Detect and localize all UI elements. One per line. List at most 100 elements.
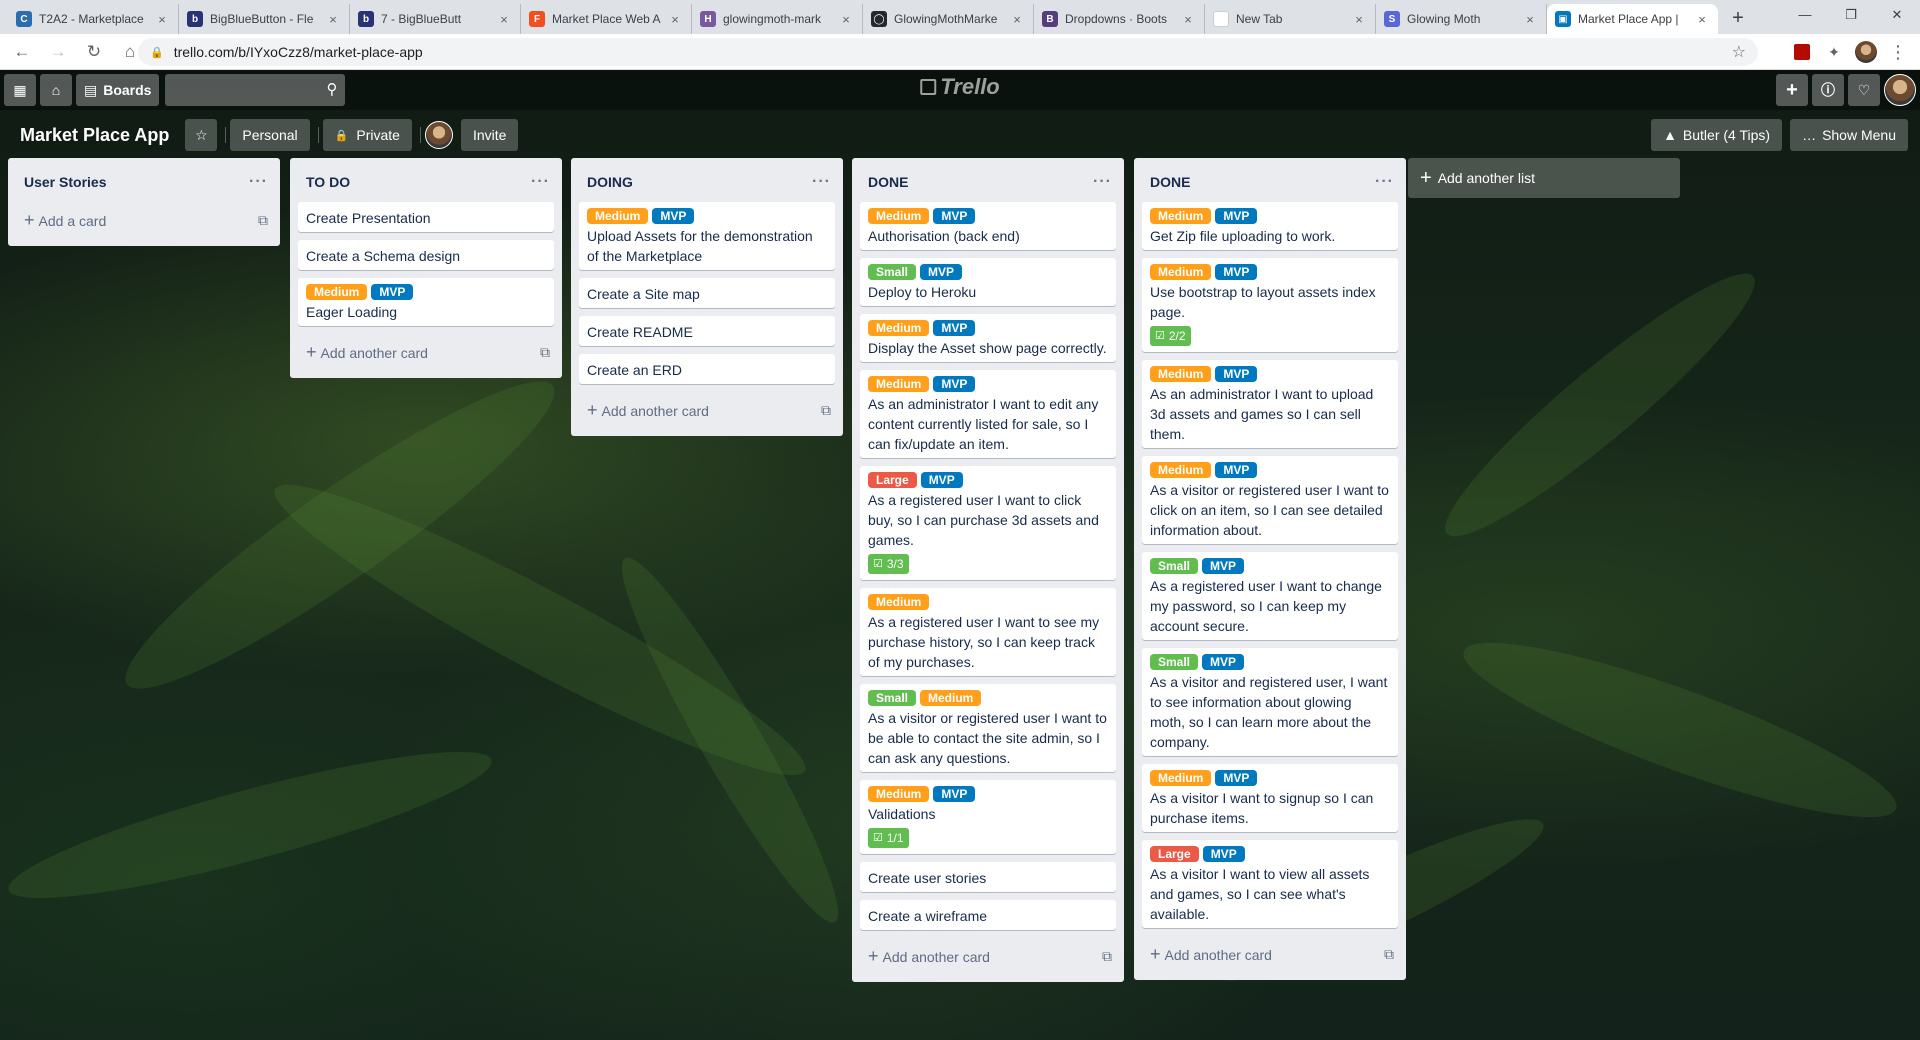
card-label-medium[interactable]: Medium bbox=[868, 786, 930, 802]
card-template-icon[interactable]: ⧉ bbox=[540, 344, 550, 361]
card-label-medium[interactable]: Medium bbox=[587, 208, 649, 224]
list-column[interactable]: DONE ··· Medium MVP Authorisation (back end)… bbox=[852, 158, 1124, 982]
browser-tab[interactable]: ◯ GlowingMothMarke × bbox=[863, 4, 1034, 34]
add-card-button[interactable]: + Add another card ⧉ bbox=[1134, 936, 1406, 972]
card-label-large[interactable]: Large bbox=[1150, 846, 1199, 862]
browser-tab[interactable]: F Market Place Web A × bbox=[521, 4, 692, 34]
card-label-medium[interactable]: Medium bbox=[868, 594, 930, 610]
card-label-large[interactable]: Large bbox=[868, 472, 917, 488]
card-label-mvp[interactable]: MVP bbox=[933, 376, 976, 392]
card-label-mvp[interactable]: MVP bbox=[920, 472, 963, 488]
card[interactable]: Create Presentation bbox=[298, 202, 554, 232]
card-label-medium[interactable]: Medium bbox=[920, 690, 982, 706]
close-tab-icon[interactable]: × bbox=[154, 12, 170, 27]
card[interactable]: Medium MVP Use bootstrap to layout assets … bbox=[1142, 258, 1398, 352]
pdf-extension-icon[interactable] bbox=[1788, 38, 1816, 66]
browser-tab[interactable]: b BigBlueButton - Fle × bbox=[179, 4, 350, 34]
butler-button[interactable]: ▲ Butler (4 Tips) bbox=[1651, 119, 1783, 151]
list-column[interactable]: User Stories ··· + Add a card ⧉ bbox=[8, 158, 280, 246]
profile-avatar-icon[interactable] bbox=[1852, 38, 1880, 66]
card-label-mvp[interactable]: MVP bbox=[1215, 770, 1258, 786]
card[interactable]: Small Medium As a visitor or registered us… bbox=[860, 684, 1116, 772]
card[interactable]: Large MVP As a visitor I want to view all … bbox=[1142, 840, 1398, 928]
browser-tab[interactable]: C T2A2 - Marketplace × bbox=[8, 4, 179, 34]
list-menu-icon[interactable]: ··· bbox=[1375, 173, 1394, 191]
card[interactable]: Medium MVP As an administrator I want to u… bbox=[1142, 360, 1398, 448]
list-menu-icon[interactable]: ··· bbox=[531, 173, 550, 191]
card-label-small[interactable]: Small bbox=[868, 264, 917, 280]
card-label-medium[interactable]: Medium bbox=[1150, 208, 1212, 224]
search-input[interactable]: ⚲ bbox=[165, 74, 346, 106]
reload-icon[interactable]: ↻ bbox=[80, 38, 108, 66]
invite-button[interactable]: Invite bbox=[460, 119, 519, 151]
add-list-button[interactable]: + Add another list bbox=[1408, 158, 1680, 198]
card-label-medium[interactable]: Medium bbox=[306, 284, 368, 300]
card[interactable]: Create README bbox=[579, 316, 835, 346]
board-member-avatar[interactable] bbox=[424, 121, 453, 149]
list-menu-icon[interactable]: ··· bbox=[812, 173, 831, 191]
card[interactable]: Medium MVP Upload Assets for the demonstra… bbox=[579, 202, 835, 270]
member-avatar[interactable] bbox=[1884, 74, 1916, 106]
card[interactable]: Create a wireframe bbox=[860, 900, 1116, 930]
card-label-mvp[interactable]: MVP bbox=[1215, 208, 1258, 224]
card-label-mvp[interactable]: MVP bbox=[1215, 366, 1258, 382]
card[interactable]: Small MVP As a registered user I want to c… bbox=[1142, 552, 1398, 640]
back-icon[interactable]: ← bbox=[8, 38, 36, 66]
list-title[interactable]: DONE bbox=[868, 174, 908, 190]
card[interactable]: Create an ERD bbox=[579, 354, 835, 384]
new-tab-plus-icon[interactable]: + bbox=[1724, 4, 1752, 32]
card[interactable]: Small MVP As a visitor and registered user… bbox=[1142, 648, 1398, 756]
card-label-mvp[interactable]: MVP bbox=[920, 264, 963, 280]
create-plus-icon[interactable]: + bbox=[1776, 74, 1808, 106]
home-board-icon[interactable]: ⌂ bbox=[40, 74, 72, 106]
list-menu-icon[interactable]: ··· bbox=[249, 173, 268, 191]
card[interactable]: Medium MVP As an administrator I want to e… bbox=[860, 370, 1116, 458]
card[interactable]: Create user stories bbox=[860, 862, 1116, 892]
apps-grid-icon[interactable]: ▦ bbox=[4, 74, 36, 106]
card-label-mvp[interactable]: MVP bbox=[1215, 462, 1258, 478]
card-label-medium[interactable]: Medium bbox=[1150, 264, 1212, 280]
notifications-bell-icon[interactable]: ♡ bbox=[1848, 74, 1880, 106]
card-template-icon[interactable]: ⧉ bbox=[258, 212, 268, 229]
card[interactable]: Medium MVP Get Zip file uploading to work. bbox=[1142, 202, 1398, 250]
close-tab-icon[interactable]: × bbox=[838, 12, 854, 27]
card-label-medium[interactable]: Medium bbox=[1150, 462, 1212, 478]
close-tab-icon[interactable]: × bbox=[1009, 12, 1025, 27]
star-board-icon[interactable]: ☆ bbox=[185, 119, 218, 151]
team-visibility-button[interactable]: Personal bbox=[230, 119, 310, 151]
card[interactable]: Medium MVP Validations ☑ 1/1 bbox=[860, 780, 1116, 854]
board-title[interactable]: Market Place App bbox=[12, 125, 177, 146]
list-column[interactable]: DOING ··· Medium MVP Upload Assets for the d… bbox=[571, 158, 843, 436]
card-label-mvp[interactable]: MVP bbox=[1202, 558, 1245, 574]
info-icon[interactable]: ⓘ bbox=[1812, 74, 1844, 106]
list-title[interactable]: DOING bbox=[587, 174, 633, 190]
browser-tab[interactable]: B Dropdowns · Boots × bbox=[1034, 4, 1205, 34]
card[interactable]: Medium MVP As a visitor I want to signup s… bbox=[1142, 764, 1398, 832]
card-label-medium[interactable]: Medium bbox=[868, 376, 930, 392]
card[interactable]: Medium MVP Display the Asset show page cor… bbox=[860, 314, 1116, 362]
card-label-mvp[interactable]: MVP bbox=[1202, 846, 1245, 862]
card-label-small[interactable]: Small bbox=[1150, 558, 1199, 574]
list-column[interactable]: DONE ··· Medium MVP Get Zip file uploading t… bbox=[1134, 158, 1406, 980]
card-label-small[interactable]: Small bbox=[868, 690, 917, 706]
card-template-icon[interactable]: ⧉ bbox=[821, 402, 831, 419]
list-column[interactable]: TO DO ··· Create Presentation Create a Sche… bbox=[290, 158, 562, 378]
boards-button[interactable]: ▤ Boards bbox=[76, 74, 160, 106]
close-window-icon[interactable]: ✕ bbox=[1874, 0, 1920, 30]
bookmark-star-icon[interactable]: ☆ bbox=[1732, 42, 1746, 62]
list-title[interactable]: DONE bbox=[1150, 174, 1190, 190]
card-label-medium[interactable]: Medium bbox=[868, 320, 930, 336]
browser-tab[interactable]: S Glowing Moth × bbox=[1376, 4, 1547, 34]
add-card-button[interactable]: + Add another card ⧉ bbox=[571, 392, 843, 428]
close-tab-icon[interactable]: × bbox=[1351, 12, 1367, 27]
card-label-mvp[interactable]: MVP bbox=[1202, 654, 1245, 670]
add-card-button[interactable]: + Add another card ⧉ bbox=[852, 938, 1124, 974]
card[interactable]: Create a Site map bbox=[579, 278, 835, 308]
close-tab-icon[interactable]: × bbox=[1180, 12, 1196, 27]
close-tab-icon[interactable]: × bbox=[496, 12, 512, 27]
close-tab-icon[interactable]: × bbox=[325, 12, 341, 27]
card-label-mvp[interactable]: MVP bbox=[933, 320, 976, 336]
card-template-icon[interactable]: ⧉ bbox=[1102, 948, 1112, 965]
browser-tab[interactable]: b 7 - BigBlueButt × bbox=[350, 4, 521, 34]
card-template-icon[interactable]: ⧉ bbox=[1384, 946, 1394, 963]
